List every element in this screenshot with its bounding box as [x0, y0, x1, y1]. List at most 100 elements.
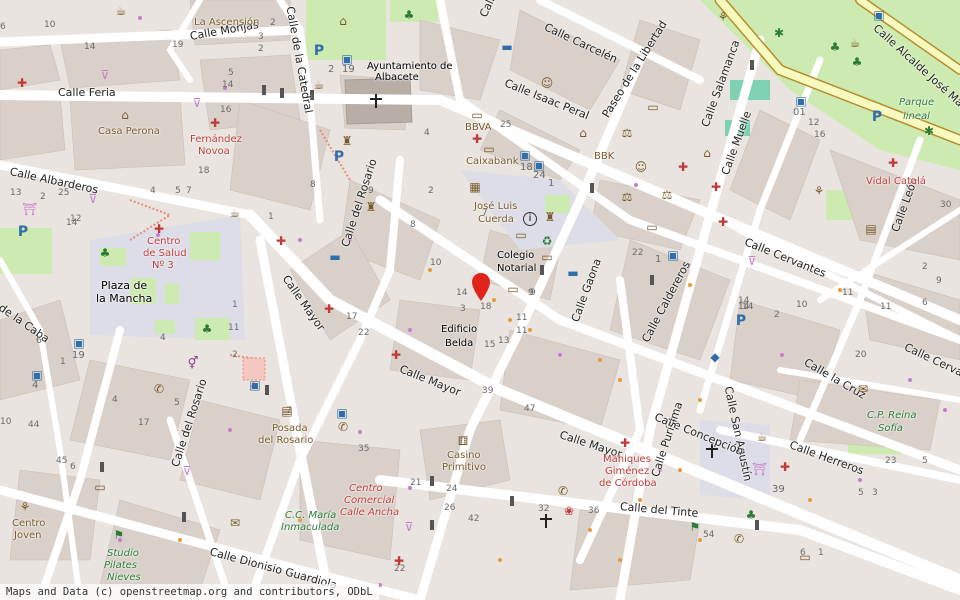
pharmacy-icon[interactable]: ✚	[716, 215, 730, 229]
bank-icon[interactable]: ▭	[93, 480, 107, 494]
cafe-icon[interactable]: ☕	[114, 4, 128, 18]
place-parque-lineal-2[interactable]: lineal	[903, 111, 930, 123]
bank-icon[interactable]: ▭	[482, 142, 496, 156]
playground-icon[interactable]: ♣	[402, 8, 416, 22]
map-view[interactable]: Calle Monjas Calle de la Catedral Calle …	[0, 0, 960, 600]
place-mahiques-3[interactable]: de Córdoba	[599, 478, 657, 490]
veterinary-icon[interactable]: ❀	[562, 504, 576, 518]
place-parque-lineal-1[interactable]: Parque	[899, 97, 934, 109]
theatre-icon[interactable]: ☺	[540, 76, 554, 90]
phone-icon[interactable]: ✆	[732, 532, 746, 546]
bank-icon[interactable]: ▭	[470, 108, 484, 122]
pharmacy-icon[interactable]: ✚	[709, 180, 723, 194]
cafe-icon[interactable]: ☕	[848, 36, 862, 50]
pharmacy-icon[interactable]: ✚	[886, 156, 900, 170]
casino-icon[interactable]: ⚅	[456, 434, 470, 448]
parking-icon[interactable]: P	[332, 150, 346, 164]
phone-icon[interactable]: ✆	[336, 420, 350, 434]
post-office-icon[interactable]: ✉	[856, 382, 870, 396]
cinema-icon[interactable]: ▦	[468, 180, 482, 194]
place-cp-reina-sofia-2[interactable]: Sofía	[878, 423, 903, 435]
pharmacy-icon[interactable]: ✚	[392, 554, 406, 568]
place-colegio-notarial-1[interactable]: Colegio	[497, 250, 534, 262]
place-plaza-mancha-1[interactable]: Plaza de	[101, 280, 147, 292]
information-icon[interactable]: i	[523, 212, 537, 226]
playground-icon[interactable]: ♣	[850, 55, 864, 69]
parking-icon[interactable]: P	[16, 225, 30, 239]
bank-icon[interactable]: ▭	[646, 100, 660, 114]
bus-stop-icon[interactable]: ▣	[794, 94, 808, 108]
phone-icon[interactable]: ✆	[556, 484, 570, 498]
park-icon[interactable]: ✱	[772, 26, 786, 40]
hotel-icon[interactable]: ▬	[500, 40, 514, 54]
bus-stop-icon[interactable]: ▣	[72, 336, 86, 350]
place-centro-salud-2[interactable]: de Salud	[143, 248, 187, 260]
place-cc-calle-ancha-1[interactable]: Centro	[349, 483, 383, 495]
place-caixabank[interactable]: Caixabank	[466, 156, 519, 168]
fitness-icon[interactable]: ⚑	[688, 520, 702, 534]
place-ayuntamiento-2[interactable]: Albacete	[375, 72, 419, 84]
bus-stop-icon[interactable]: ▣	[248, 378, 262, 392]
shop-icon[interactable]: ⊽	[402, 520, 416, 534]
place-fernandez-novoa-1[interactable]: Fernández	[190, 134, 242, 146]
museum-icon[interactable]: ⌂	[336, 14, 350, 28]
place-edificio-belda-1[interactable]: Edificio	[441, 324, 477, 336]
place-la-ascension[interactable]: La Ascensión	[194, 17, 259, 29]
bus-stop-icon[interactable]: ▣	[532, 158, 546, 172]
place-plaza-mancha-2[interactable]: la Mancha	[96, 293, 152, 305]
pharmacy-icon[interactable]: ✚	[778, 460, 792, 474]
cafe-icon[interactable]: ☕	[312, 78, 326, 92]
playground-icon[interactable]: ♣	[98, 246, 112, 260]
place-colegio-notarial-2[interactable]: Notarial	[497, 263, 536, 275]
playground-icon[interactable]: ♣	[200, 322, 214, 336]
bus-stop-icon[interactable]: ▣	[518, 148, 532, 162]
place-casino-primitivo-1[interactable]: Casino	[447, 450, 481, 462]
place-centro-salud-3[interactable]: Nº 3	[152, 260, 174, 272]
bank-icon[interactable]: ▭	[514, 228, 528, 242]
parking-icon[interactable]: P	[312, 44, 326, 58]
place-mahiques-1[interactable]: Mahiques	[603, 454, 651, 466]
place-casino-primitivo-2[interactable]: Primitivo	[442, 462, 486, 474]
place-centro-joven-2[interactable]: Joven	[14, 530, 41, 542]
post-office-icon[interactable]: ✉	[228, 516, 242, 530]
marketplace-icon[interactable]: ⛩	[22, 202, 37, 216]
pharmacy-icon[interactable]: ✚	[676, 160, 690, 174]
place-casa-perona[interactable]: Casa Perona	[98, 126, 160, 138]
place-fernandez-novoa-2[interactable]: Novoa	[198, 146, 230, 158]
shop-icon[interactable]: ⊽	[86, 192, 100, 206]
bus-stop-icon[interactable]: ▣	[872, 8, 886, 22]
place-centro-joven-1[interactable]: Centro	[12, 518, 45, 530]
hotel-icon[interactable]: ▬	[328, 250, 342, 264]
justice-icon[interactable]: ⚖	[620, 190, 634, 204]
monument-icon[interactable]: ♜	[543, 210, 557, 224]
shop-icon[interactable]: ⊽	[190, 96, 204, 110]
place-studio-pilates-3[interactable]: Nieves	[107, 572, 141, 584]
place-vidal-catala[interactable]: Vidal Catalá	[866, 176, 926, 188]
place-edificio-belda-2[interactable]: Belda	[445, 338, 473, 350]
pharmacy-icon[interactable]: ✚	[274, 234, 288, 248]
place-bbk[interactable]: BBK	[594, 151, 614, 163]
playground-icon[interactable]: ♣	[828, 40, 842, 54]
bus-stop-icon[interactable]: ▣	[666, 248, 680, 262]
justice-icon[interactable]: ⚖	[660, 188, 674, 202]
pharmacy-icon[interactable]: ✚	[152, 222, 166, 236]
bank-icon[interactable]: ▭	[506, 282, 520, 296]
place-cc-calle-ancha-3[interactable]: Calle Ancha	[340, 507, 399, 519]
place-cc-maria-1[interactable]: C.C. María	[285, 510, 336, 522]
parking-icon[interactable]: P	[734, 314, 748, 328]
bus-stop-icon[interactable]: ▣	[340, 52, 354, 66]
bank-icon[interactable]: ▭	[540, 250, 554, 264]
library-icon[interactable]: ▤	[864, 222, 878, 236]
bus-stop-icon[interactable]: ▣	[335, 406, 349, 420]
bus-stop-icon[interactable]: ▣	[30, 368, 44, 382]
pharmacy-icon[interactable]: ✚	[208, 116, 222, 130]
shop-icon[interactable]: ⊽	[180, 464, 194, 478]
cafe-icon[interactable]: ☕	[755, 430, 769, 444]
monument-icon[interactable]: ♜	[364, 200, 378, 214]
toilets-icon[interactable]: ⚥	[186, 356, 200, 370]
justice-icon[interactable]: ⚖	[620, 126, 634, 140]
pharmacy-icon[interactable]: ✚	[389, 348, 403, 362]
pharmacy-icon[interactable]: ✚	[618, 436, 632, 450]
place-mahiques-2[interactable]: Giménez	[605, 466, 649, 478]
place-studio-pilates-1[interactable]: Studio	[107, 548, 139, 560]
